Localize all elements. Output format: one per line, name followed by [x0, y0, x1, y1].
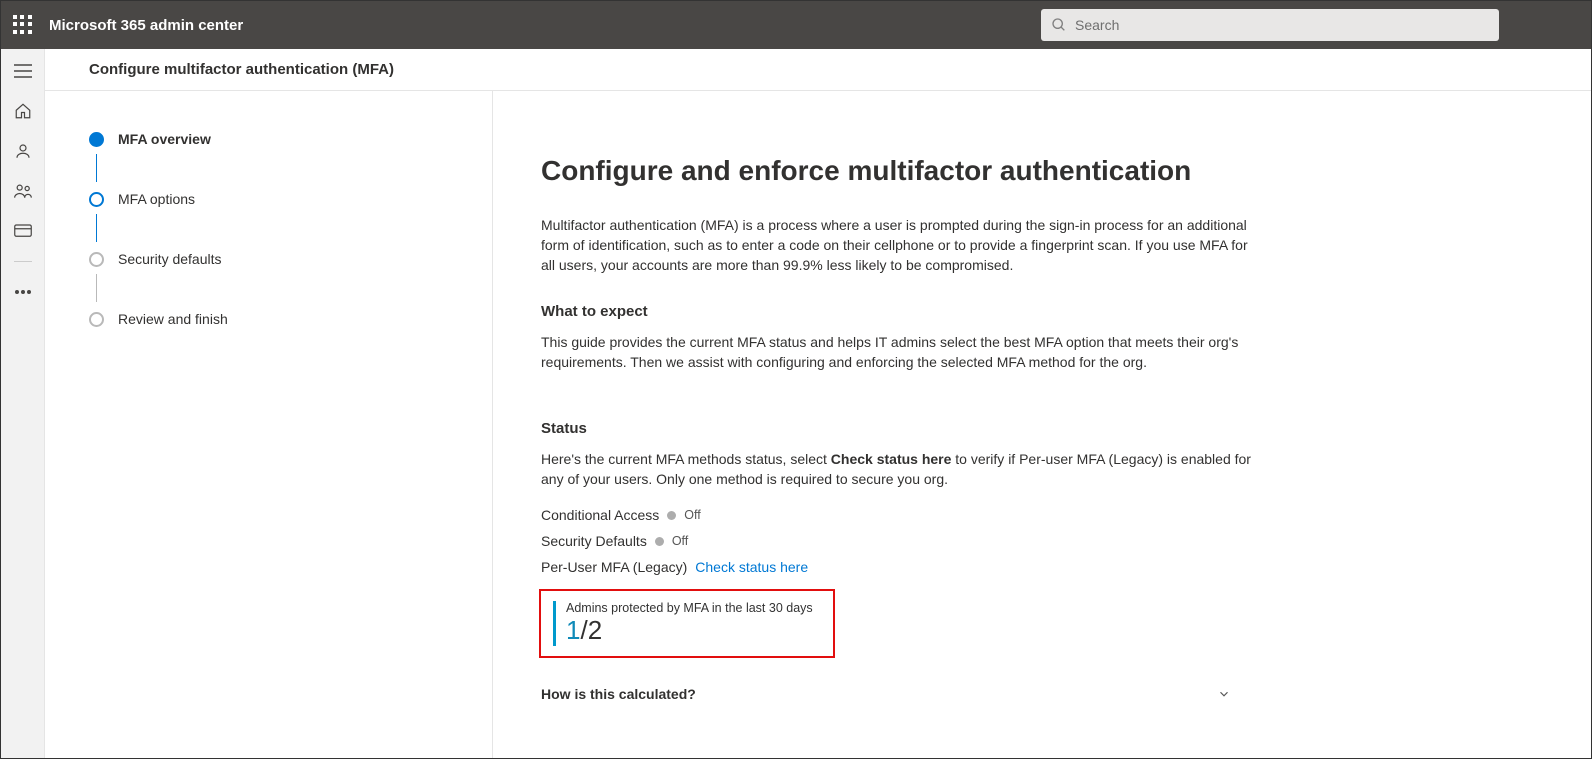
app-launcher-icon[interactable] [13, 15, 33, 35]
more-icon[interactable] [13, 282, 33, 302]
chevron-down-icon [1217, 687, 1231, 701]
intro-text: Multifactor authentication (MFA) is a pr… [541, 215, 1261, 275]
step-dot-icon [89, 192, 104, 207]
left-rail [1, 49, 45, 758]
expect-heading: What to expect [541, 303, 1261, 320]
app-title: Microsoft 365 admin center [49, 17, 243, 34]
groups-icon[interactable] [13, 181, 33, 201]
step-label: MFA options [118, 191, 195, 207]
content-panel: Configure and enforce multifactor authen… [493, 91, 1591, 758]
status-body-pre: Here's the current MFA methods status, s… [541, 451, 831, 467]
rail-separator [14, 261, 32, 262]
home-icon[interactable] [13, 101, 33, 121]
step-mfa-overview[interactable]: MFA overview [89, 131, 448, 191]
search-input[interactable] [1075, 17, 1489, 33]
status-dot-icon [655, 537, 664, 546]
status-value: Off [684, 508, 700, 522]
callout-numerator: 1 [566, 615, 580, 645]
callout-metric: 1/2 [566, 615, 821, 646]
status-row-conditional-access: Conditional Access Off [541, 507, 1261, 523]
callout-subtitle: Admins protected by MFA in the last 30 d… [566, 601, 821, 615]
step-label: MFA overview [118, 131, 211, 147]
step-security-defaults[interactable]: Security defaults [89, 251, 448, 311]
wizard-steps: MFA overview MFA options Security defaul… [45, 91, 493, 758]
admins-mfa-callout: Admins protected by MFA in the last 30 d… [539, 589, 835, 658]
status-row-per-user-mfa: Per-User MFA (Legacy) Check status here [541, 559, 1261, 575]
status-body-bold: Check status here [831, 451, 952, 467]
status-label: Conditional Access [541, 507, 659, 523]
step-mfa-options[interactable]: MFA options [89, 191, 448, 251]
step-dot-icon [89, 132, 104, 147]
how-calculated-expander[interactable]: How is this calculated? [541, 678, 1231, 710]
callout-denominator: /2 [580, 615, 602, 645]
status-label: Per-User MFA (Legacy) [541, 559, 687, 575]
expect-body: This guide provides the current MFA stat… [541, 332, 1261, 372]
nav-menu-icon[interactable] [13, 61, 33, 81]
step-review-finish[interactable]: Review and finish [89, 311, 448, 327]
status-row-security-defaults: Security Defaults Off [541, 533, 1261, 549]
page-title: Configure and enforce multifactor authen… [541, 155, 1261, 187]
user-icon[interactable] [13, 141, 33, 161]
status-body: Here's the current MFA methods status, s… [541, 449, 1261, 489]
status-heading: Status [541, 420, 1261, 437]
expander-label: How is this calculated? [541, 686, 696, 702]
search-icon [1051, 17, 1067, 33]
billing-icon[interactable] [13, 221, 33, 241]
top-bar: Microsoft 365 admin center [1, 1, 1591, 49]
step-dot-icon [89, 312, 104, 327]
step-label: Security defaults [118, 251, 222, 267]
search-box[interactable] [1041, 9, 1499, 41]
status-value: Off [672, 534, 688, 548]
page-breadcrumb: Configure multifactor authentication (MF… [45, 49, 1591, 91]
check-status-link[interactable]: Check status here [695, 559, 808, 575]
step-label: Review and finish [118, 311, 228, 327]
status-dot-icon [667, 511, 676, 520]
step-dot-icon [89, 252, 104, 267]
status-label: Security Defaults [541, 533, 647, 549]
